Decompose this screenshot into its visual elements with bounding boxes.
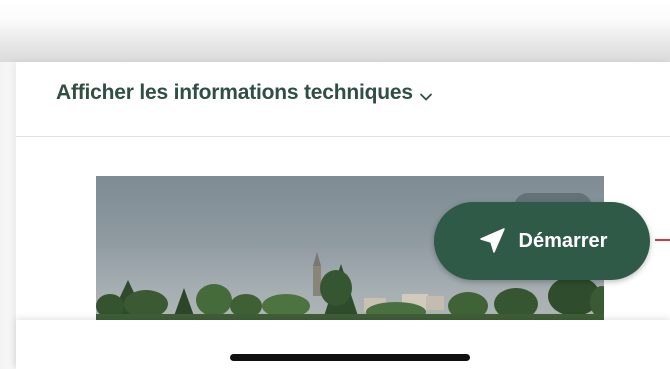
red-marker <box>655 239 670 241</box>
bottom-bar <box>16 320 670 369</box>
top-shade <box>0 0 670 64</box>
sheet-left-edge <box>0 62 16 369</box>
navigation-arrow-icon <box>477 226 507 256</box>
start-button[interactable]: Démarrer <box>434 202 650 280</box>
chevron-down-icon <box>419 86 433 101</box>
start-button-label: Démarrer <box>518 229 608 252</box>
home-indicator[interactable] <box>230 354 470 361</box>
tech-info-toggle[interactable]: Afficher les informations techniques <box>56 78 433 108</box>
tech-info-label: Afficher les informations techniques <box>56 81 413 104</box>
divider <box>16 136 670 137</box>
